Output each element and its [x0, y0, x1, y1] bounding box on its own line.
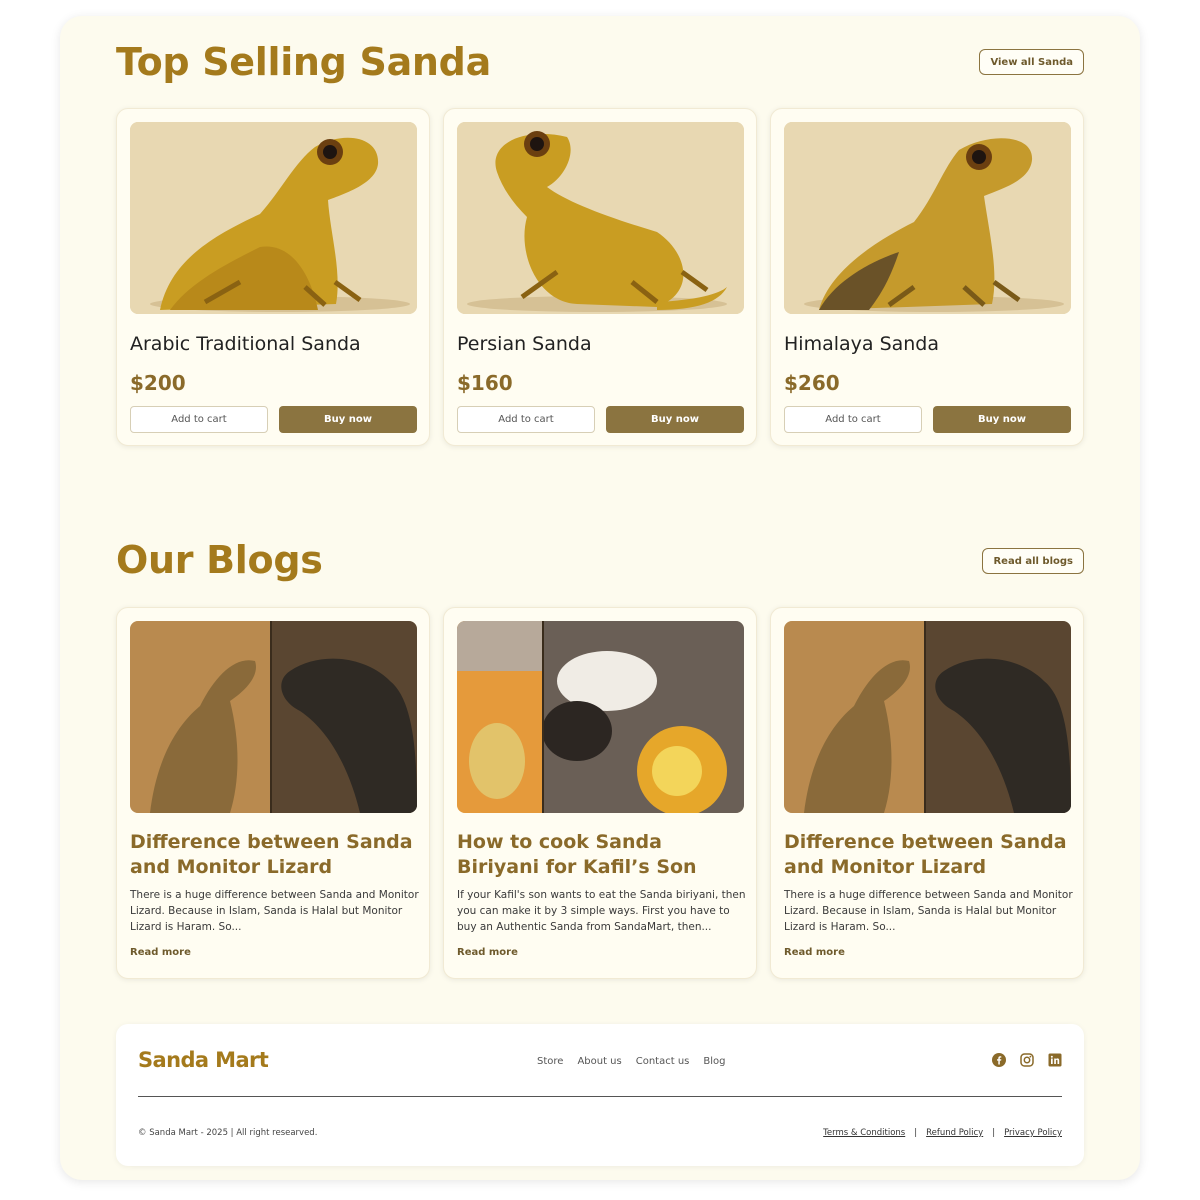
add-to-cart-button[interactable]: Add to cart	[784, 406, 922, 433]
product-name: Arabic Traditional Sanda	[130, 333, 361, 355]
top-selling-heading: Top Selling Sanda	[116, 40, 491, 84]
copyright-text: © Sanda Mart - 2025 | All right researve…	[138, 1128, 318, 1138]
blog-title[interactable]: How to cook Sanda Biriyani for Kafil’s S…	[457, 830, 747, 880]
privacy-policy-link[interactable]: Privacy Policy	[1004, 1128, 1062, 1138]
blog-image[interactable]	[130, 621, 417, 813]
linkedin-icon[interactable]	[1048, 1052, 1062, 1067]
facebook-icon[interactable]	[992, 1052, 1006, 1067]
footer-divider	[138, 1096, 1062, 1097]
product-name: Himalaya Sanda	[784, 333, 940, 355]
blog-image[interactable]	[457, 621, 744, 813]
blog-title[interactable]: Difference between Sanda and Monitor Liz…	[130, 830, 420, 880]
blog-excerpt: There is a huge difference between Sanda…	[784, 889, 1073, 933]
product-image[interactable]	[130, 122, 417, 314]
read-more-link[interactable]: Read more	[130, 947, 191, 958]
refund-policy-link[interactable]: Refund Policy	[926, 1128, 983, 1138]
product-price: $260	[784, 371, 840, 395]
separator: |	[992, 1128, 996, 1138]
product-card: Persian Sanda $160 Add to cart Buy now	[443, 108, 757, 446]
product-image[interactable]	[784, 122, 1071, 314]
page-container: Top Selling Sanda View all Sanda Arabic …	[60, 16, 1140, 1180]
product-name: Persian Sanda	[457, 333, 592, 355]
add-to-cart-button[interactable]: Add to cart	[457, 406, 595, 433]
add-to-cart-button[interactable]: Add to cart	[130, 406, 268, 433]
blog-image[interactable]	[784, 621, 1071, 813]
blog-title[interactable]: Difference between Sanda and Monitor Liz…	[784, 830, 1074, 880]
footer-nav-about[interactable]: About us	[577, 1056, 621, 1067]
blog-card: Difference between Sanda and Monitor Liz…	[770, 607, 1084, 979]
blogs-heading: Our Blogs	[116, 538, 323, 582]
product-card: Arabic Traditional Sanda $200 Add to car…	[116, 108, 430, 446]
footer-nav-contact[interactable]: Contact us	[636, 1056, 690, 1067]
blog-excerpt: There is a huge difference between Sanda…	[130, 889, 419, 933]
product-image[interactable]	[457, 122, 744, 314]
buy-now-button[interactable]: Buy now	[606, 406, 744, 433]
separator: |	[914, 1128, 918, 1138]
product-price: $200	[130, 371, 186, 395]
site-footer: Sanda Mart Store About us Contact us Blo…	[116, 1024, 1084, 1166]
footer-nav-store[interactable]: Store	[537, 1056, 563, 1067]
footer-brand-logo[interactable]: Sanda Mart	[138, 1048, 269, 1072]
view-all-sanda-button[interactable]: View all Sanda	[979, 49, 1084, 75]
read-all-blogs-button[interactable]: Read all blogs	[982, 548, 1084, 574]
footer-nav-blog[interactable]: Blog	[703, 1056, 725, 1067]
blog-card: Difference between Sanda and Monitor Liz…	[116, 607, 430, 979]
buy-now-button[interactable]: Buy now	[933, 406, 1071, 433]
product-card: Himalaya Sanda $260 Add to cart Buy now	[770, 108, 1084, 446]
blog-excerpt: If your Kafil's son wants to eat the San…	[457, 889, 746, 933]
social-links	[992, 1052, 1062, 1067]
legal-links: Terms & Conditions | Refund Policy | Pri…	[823, 1128, 1062, 1138]
blog-card: How to cook Sanda Biriyani for Kafil’s S…	[443, 607, 757, 979]
buy-now-button[interactable]: Buy now	[279, 406, 417, 433]
read-more-link[interactable]: Read more	[784, 947, 845, 958]
instagram-icon[interactable]	[1020, 1052, 1034, 1067]
footer-nav: Store About us Contact us Blog	[537, 1056, 725, 1067]
terms-link[interactable]: Terms & Conditions	[823, 1128, 905, 1138]
read-more-link[interactable]: Read more	[457, 947, 518, 958]
product-price: $160	[457, 371, 513, 395]
